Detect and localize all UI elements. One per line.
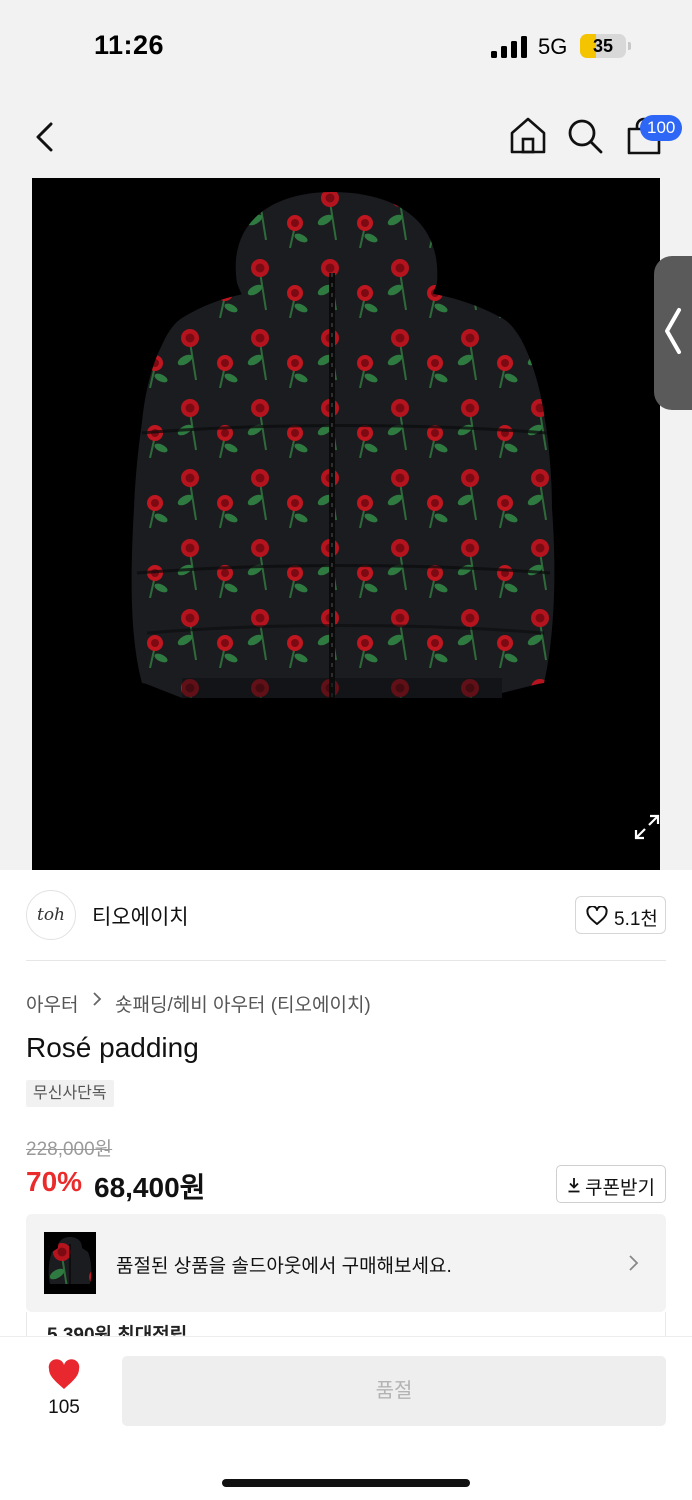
breadcrumb-item-category[interactable]: 숏패딩/헤비 아우터 (티오에이치) [115,990,371,1017]
breadcrumb: 아우터 숏패딩/헤비 아우터 (티오에이치) [26,989,371,1017]
soldout-banner[interactable]: 품절된 상품을 솔드아웃에서 구매해보세요. [26,1214,666,1312]
network-label: 5G [538,34,568,59]
discount-rate: 70% [26,1166,83,1197]
exclusive-tag: 무신사단독 [26,1080,114,1107]
original-price: 228,000원 [26,1139,113,1160]
brand-name[interactable]: 티오에이치 [92,901,189,931]
heart-filled-icon[interactable] [47,1359,81,1391]
home-indicator [222,1479,470,1487]
battery-tip [628,42,631,50]
product-title: Rosé padding [26,1032,199,1063]
points-strip: 5,390원 최대적립 [26,1312,666,1336]
jacket-thumbnail [44,1232,96,1294]
search-icon[interactable] [566,117,604,155]
nav-bar: 100 [0,95,692,178]
status-bar: 11:26 5G 35 [0,0,692,95]
coupon-label: 쿠폰받기 [585,1178,655,1199]
cart-badge: 100 [640,115,683,141]
bottom-action-bar: 105 품절 [0,1336,692,1500]
back-icon[interactable] [30,121,60,153]
battery-level: 35 [592,36,614,56]
download-icon [568,1178,580,1193]
battery-indicator: 35 [580,34,626,58]
product-image[interactable] [32,178,660,870]
sale-price: 68,400원 [94,1172,206,1203]
brand-logo[interactable]: toh [26,890,76,940]
home-icon[interactable] [508,115,548,155]
banner-thumbnail [44,1232,96,1294]
like-count: 105 [48,1397,80,1418]
brand-like-button[interactable]: 5.1천 [575,896,666,934]
product-gallery[interactable] [0,178,692,870]
jacket-illustration [131,192,555,698]
soldout-banner-text: 품절된 상품을 솔드아웃에서 구매해보세요. [116,1256,452,1277]
chevron-left-icon [665,308,681,354]
chevron-right-icon [93,992,102,1006]
breadcrumb-item-outer[interactable]: 아우터 [26,990,78,1017]
brand-like-count: 5.1천 [614,909,658,930]
side-handle[interactable] [654,256,692,410]
chevron-right-icon [629,1255,639,1271]
heart-outline-icon [586,906,608,925]
divider [26,960,666,961]
signal-icon [491,36,527,58]
expand-icon[interactable] [632,812,662,842]
status-time: 11:26 [94,30,165,60]
points-text: 5,390원 최대적립 [47,1325,188,1336]
soldout-buy-button[interactable]: 품절 [122,1356,666,1426]
coupon-button[interactable]: 쿠폰받기 [556,1165,666,1203]
brand-row[interactable]: toh 티오에이치 5.1천 [0,870,692,962]
